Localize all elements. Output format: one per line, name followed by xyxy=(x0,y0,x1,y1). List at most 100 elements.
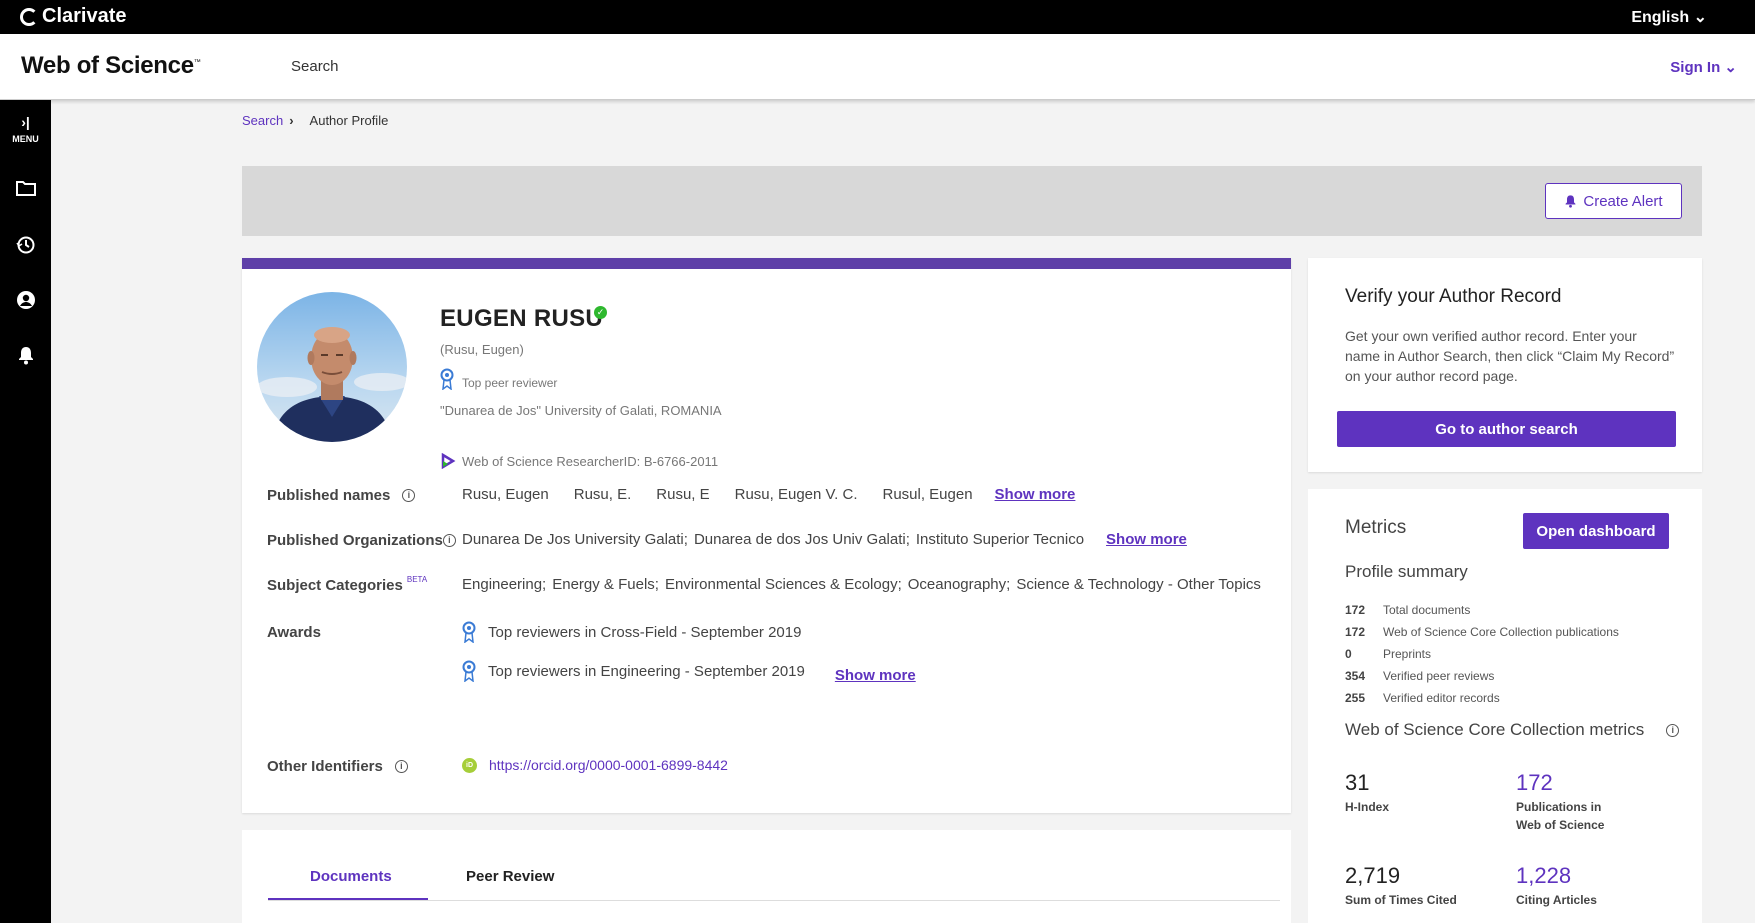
main-header: Web of Science™ Search Sign In ⌄ xyxy=(0,34,1755,100)
breadcrumb-separator: › xyxy=(289,113,294,128)
researcher-id-text: Web of Science ResearcherID: B-6766-2011 xyxy=(462,453,719,469)
tab-peer-review[interactable]: Peer Review xyxy=(466,868,554,885)
citing-articles-value[interactable]: 1,228 xyxy=(1516,863,1597,889)
subject-category: Science & Technology - Other Topics xyxy=(1016,576,1261,593)
stat-row: 172 Web of Science Core Collection public… xyxy=(1345,621,1619,643)
published-names-label: Published names i xyxy=(267,487,416,504)
published-name: Rusul, Eugen xyxy=(882,486,973,503)
clarivate-id-icon xyxy=(441,453,456,469)
times-cited-value: 2,719 xyxy=(1345,863,1401,888)
logo-text: Web of Science xyxy=(21,52,194,79)
logo-tm: ™ xyxy=(193,59,201,66)
author-photo xyxy=(257,327,407,442)
sign-in-button[interactable]: Sign In ⌄ xyxy=(1670,58,1737,76)
subject-categories-list: Engineering; Energy & Fuels; Environment… xyxy=(462,576,1261,593)
info-icon[interactable]: i xyxy=(394,760,408,773)
menu-toggle[interactable]: ›| MENU xyxy=(0,114,51,144)
award-text: Top reviewers in Cross-Field - September… xyxy=(488,623,802,641)
sidebar: ›| MENU xyxy=(0,100,51,923)
sidebar-item-saved[interactable] xyxy=(0,180,51,201)
published-name: Rusu, Eugen V. C. xyxy=(734,486,858,503)
researcher-id: Web of Science ResearcherID: B-6766-2011 xyxy=(440,453,718,469)
citing-articles-label: Citing Articles xyxy=(1516,893,1597,907)
publications-label: Publications in Web of Science xyxy=(1516,798,1604,834)
language-selector[interactable]: English ⌄ xyxy=(1631,7,1707,27)
bell-icon xyxy=(18,347,33,365)
tab-documents[interactable]: Documents xyxy=(310,868,392,885)
other-ids-label-text: Other Identifiers xyxy=(267,758,383,775)
h-index-label: H-Index xyxy=(1345,800,1390,814)
web-of-science-logo[interactable]: Web of Science™ xyxy=(21,52,201,80)
award-item: Top reviewers in Engineering - September… xyxy=(462,660,916,684)
stat-row: 255 Verified editor records xyxy=(1345,687,1619,709)
history-icon xyxy=(15,236,34,254)
core-collection-metrics-title: Web of Science Core Collection metrics i xyxy=(1345,720,1680,740)
folder-icon xyxy=(15,181,36,196)
published-names-label-text: Published names xyxy=(267,487,391,504)
publications-metric: 172 Publications in Web of Science xyxy=(1516,770,1604,834)
expand-icon: ›| xyxy=(21,114,30,130)
stat-label: Verified editor records xyxy=(1383,691,1500,705)
stat-row: 354 Verified peer reviews xyxy=(1345,665,1619,687)
profile-icon xyxy=(16,291,35,309)
stat-value: 172 xyxy=(1345,625,1366,639)
create-alert-label: Create Alert xyxy=(1583,192,1663,210)
show-more-orgs-link[interactable]: Show more xyxy=(1106,531,1187,548)
clarivate-logo[interactable]: Clarivate xyxy=(20,5,127,28)
award-ribbon-icon xyxy=(462,660,476,682)
profile-summary-list: 172 Total documents 172 Web of Science Cor… xyxy=(1345,599,1619,709)
award-ribbon-icon xyxy=(462,621,476,643)
metrics-card: Metrics Open dashboard Profile summary 1… xyxy=(1308,489,1702,923)
h-index-value: 31 xyxy=(1345,770,1370,795)
info-icon[interactable]: i xyxy=(402,489,416,502)
info-icon[interactable]: i xyxy=(1666,723,1680,737)
open-dashboard-button[interactable]: Open dashboard xyxy=(1523,513,1669,549)
stat-value: 354 xyxy=(1345,669,1366,683)
published-name: Rusu, E xyxy=(656,486,710,503)
header-search-link[interactable]: Search xyxy=(291,58,339,75)
orcid-link[interactable]: https://orcid.org/0000-0001-6899-8442 xyxy=(489,757,728,773)
verify-title: Verify your Author Record xyxy=(1345,286,1562,307)
stat-row: 172 Total documents xyxy=(1345,599,1619,621)
beta-badge: BETA xyxy=(406,575,428,584)
times-cited-label: Sum of Times Cited xyxy=(1345,893,1457,907)
breadcrumb: Search › Author Profile xyxy=(242,113,388,128)
tabs-divider xyxy=(268,900,1280,901)
bell-icon xyxy=(1565,195,1576,208)
go-to-author-search-button[interactable]: Go to author search xyxy=(1337,411,1676,447)
top-peer-reviewer-badge: Top peer reviewer xyxy=(440,368,557,390)
h-index-metric: 31 H-Index xyxy=(1345,770,1389,816)
published-org: Dunarea De Jos University Galati; xyxy=(462,531,688,548)
show-more-awards-link[interactable]: Show more xyxy=(835,667,916,684)
sidebar-item-profile[interactable] xyxy=(0,290,51,315)
clarivate-brand: Clarivate xyxy=(42,5,127,27)
published-names-list: Rusu, Eugen Rusu, E. Rusu, E Rusu, Eugen… xyxy=(462,486,1075,503)
peer-badge-label: Top peer reviewer xyxy=(462,376,558,390)
subject-category: Environmental Sciences & Ecology; xyxy=(664,576,902,593)
verify-text: Get your own verified author record. Ent… xyxy=(1345,328,1675,384)
top-bar: Clarivate English ⌄ xyxy=(0,0,1755,34)
published-org: Instituto Superior Tecnico xyxy=(915,531,1085,548)
stat-row: 0 Preprints xyxy=(1345,643,1619,665)
sidebar-item-alerts[interactable] xyxy=(0,345,51,370)
breadcrumb-search[interactable]: Search xyxy=(242,113,283,128)
create-alert-button[interactable]: Create Alert xyxy=(1545,183,1682,219)
author-affiliation: "Dunarea de Jos" University of Galati, R… xyxy=(440,403,722,418)
published-orgs-list: Dunarea De Jos University Galati; Dunare… xyxy=(462,531,1187,548)
subject-label-text: Subject Categories xyxy=(267,577,403,594)
sidebar-item-history[interactable] xyxy=(0,235,51,260)
stat-label: Verified peer reviews xyxy=(1383,669,1495,683)
stat-label: Web of Science Core Collection publicati… xyxy=(1383,625,1619,639)
publications-value[interactable]: 172 xyxy=(1516,770,1604,796)
author-name: EUGEN RUSU xyxy=(440,305,604,332)
profile-summary-title: Profile summary xyxy=(1345,562,1468,581)
stat-value: 255 xyxy=(1345,691,1366,705)
award-item: Top reviewers in Cross-Field - September… xyxy=(462,621,801,643)
stat-label: Preprints xyxy=(1383,647,1432,661)
alert-band: Create Alert xyxy=(242,166,1702,236)
published-name: Rusu, E. xyxy=(573,486,632,503)
info-icon[interactable]: i xyxy=(442,534,456,547)
stat-value: 0 xyxy=(1345,647,1352,661)
published-orgs-label-text: Published Organizations xyxy=(267,532,443,549)
show-more-names-link[interactable]: Show more xyxy=(995,486,1076,503)
